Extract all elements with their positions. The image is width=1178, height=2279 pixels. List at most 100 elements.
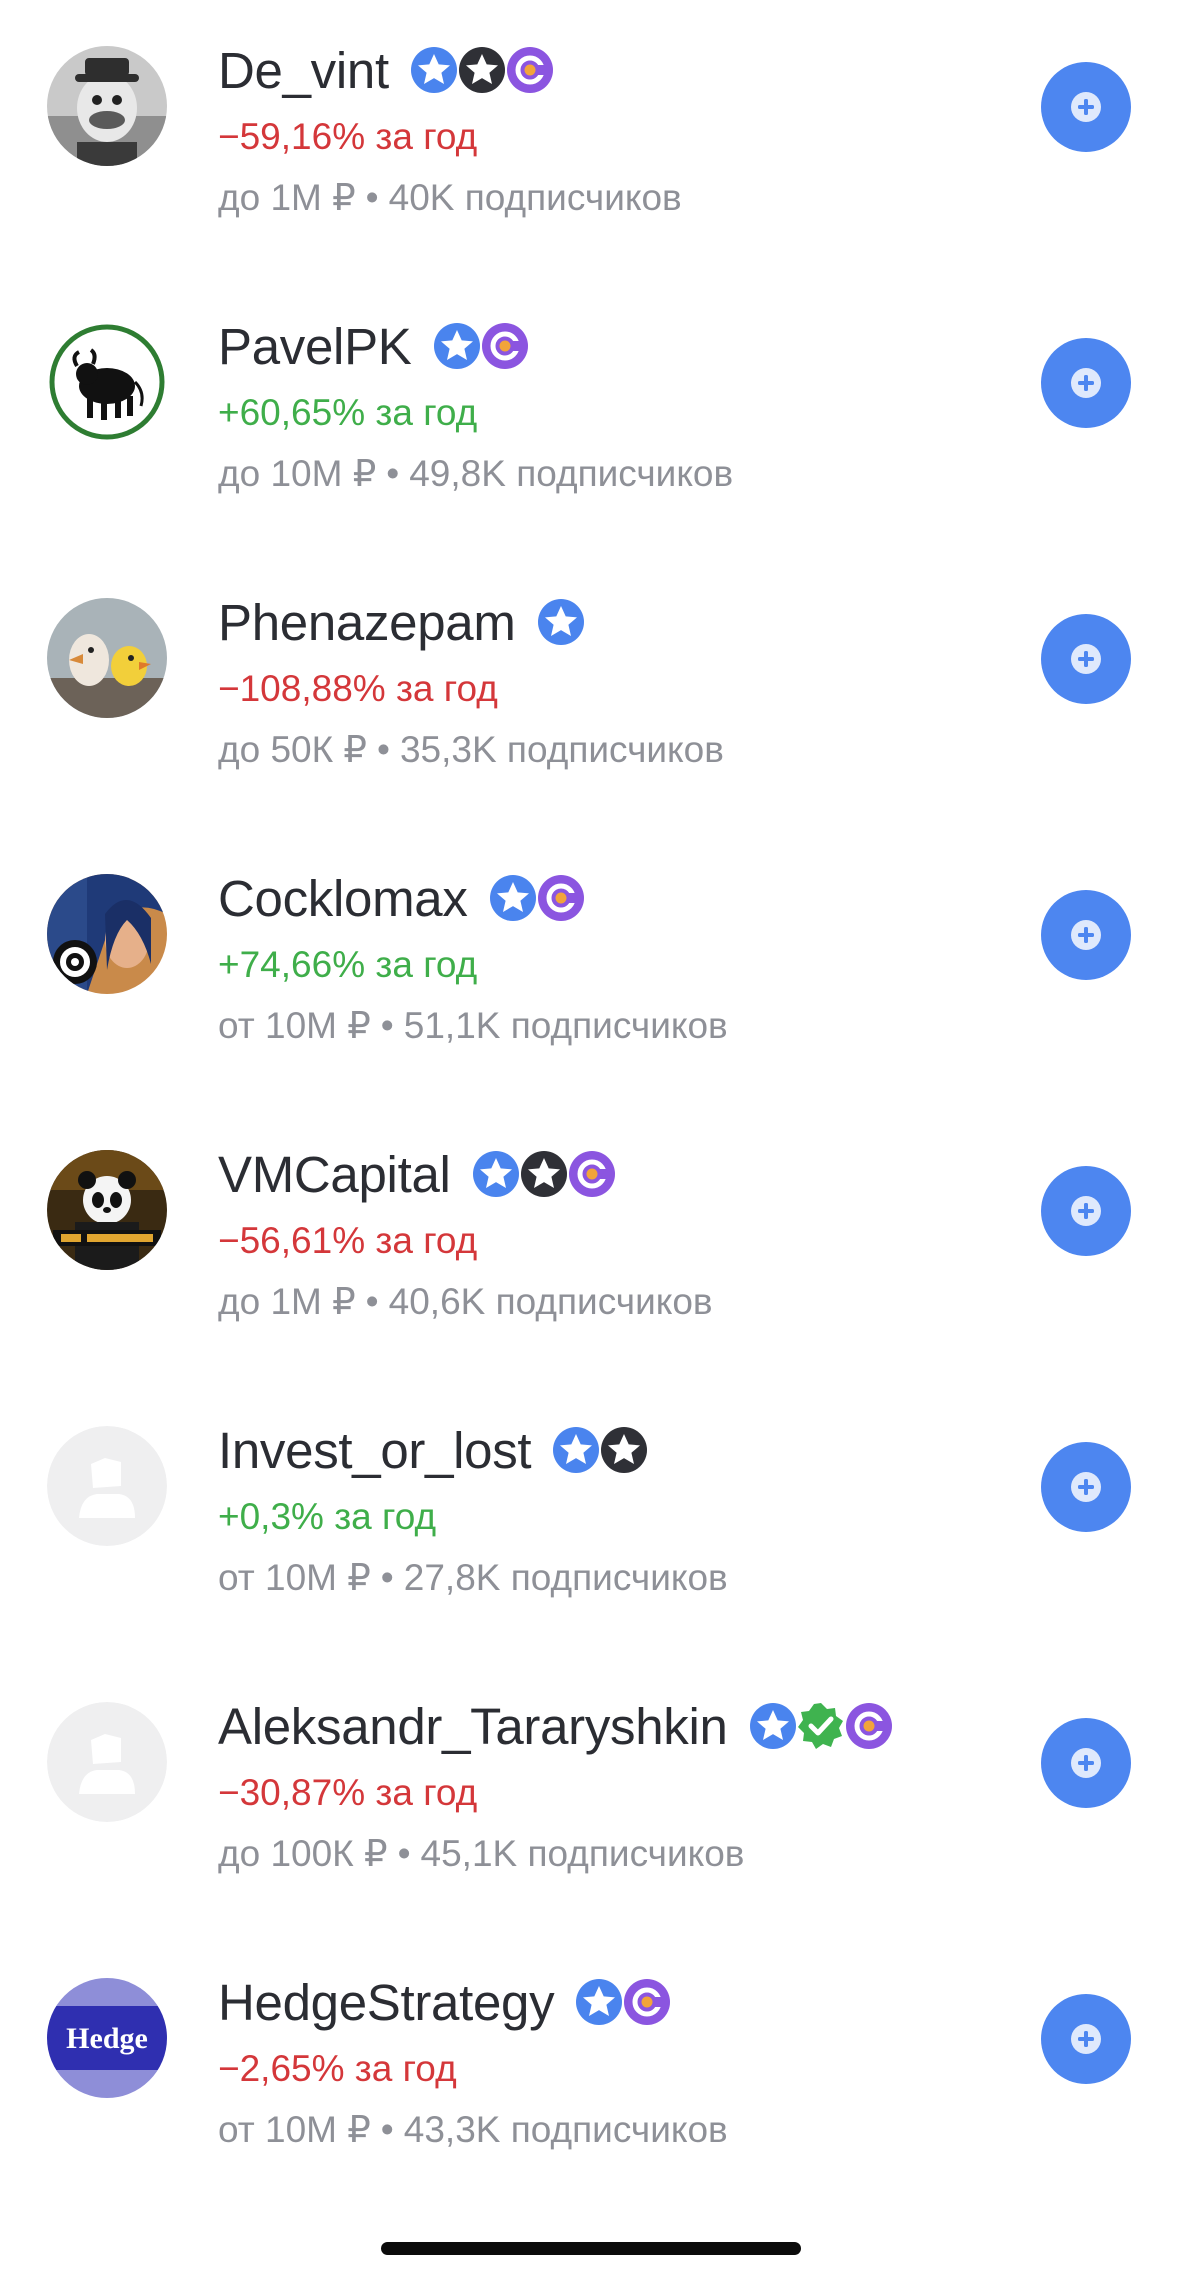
subscriber-count: 40,6K подписчиков: [388, 1281, 713, 1322]
star-dark-icon: [457, 45, 505, 95]
plus-circle-icon: [1071, 644, 1101, 674]
author-meta: до 1М ₽ • 40,6K подписчиков: [218, 1280, 713, 1323]
follow-button[interactable]: [1041, 338, 1131, 428]
follow-button[interactable]: [1041, 62, 1131, 152]
meta-separator: •: [365, 1281, 379, 1322]
author-name-line: De_vint: [218, 38, 553, 102]
author-name[interactable]: PavelPK: [218, 317, 412, 376]
author-row[interactable]: Cocklomax +74,66% за год от 10М ₽ • 51,1K п…: [0, 828, 1178, 1104]
comic-art-avatar[interactable]: [47, 874, 167, 994]
author-name-line: PavelPK: [218, 314, 528, 378]
portfolio-size: до 50К ₽: [218, 729, 367, 770]
hedge-logo-avatar[interactable]: Hedge: [47, 1978, 167, 2098]
plus-circle-icon: [1071, 2024, 1101, 2054]
author-name[interactable]: De_vint: [218, 41, 389, 100]
subscriber-count: 40K подписчиков: [388, 177, 682, 218]
author-row[interactable]: VMCapital −56,61% за год до 1М ₽ • 40,6K по…: [0, 1104, 1178, 1380]
meta-separator: •: [365, 177, 379, 218]
author-badges: [432, 321, 528, 371]
author-meta: от 10М ₽ • 43,3K подписчиков: [218, 2108, 728, 2151]
star-blue-icon: [574, 1977, 623, 2027]
author-meta: от 10М ₽ • 51,1K подписчиков: [218, 1004, 728, 1047]
author-badges: [536, 597, 584, 647]
bull-logo-avatar[interactable]: [47, 322, 167, 442]
author-row[interactable]: De_vint −59,16% за год до 1М ₽ • 40K подпис…: [0, 0, 1178, 276]
author-badges: [551, 1425, 648, 1475]
meta-separator: •: [397, 1833, 411, 1874]
author-name-line: HedgeStrategy: [218, 1970, 671, 2034]
follow-button[interactable]: [1041, 1994, 1131, 2084]
author-name[interactable]: Invest_or_lost: [218, 1421, 532, 1480]
plus-circle-icon: [1071, 920, 1101, 950]
subscriber-count: 35,3K подписчиков: [399, 729, 724, 770]
author-name[interactable]: HedgeStrategy: [218, 1973, 555, 2032]
follow-button[interactable]: [1041, 890, 1131, 980]
author-row[interactable]: Phenazepam −108,88% за год до 50К ₽ • 35,3K…: [0, 552, 1178, 828]
subscriber-count: 49,8K подписчиков: [409, 453, 734, 494]
ring-purple-icon: [622, 1977, 671, 2027]
author-meta: до 50К ₽ • 35,3K подписчиков: [218, 728, 724, 771]
yearly-return: +0,3% за год: [218, 1496, 437, 1537]
star-blue-icon: [536, 597, 584, 647]
subscriber-count: 27,8K подписчиков: [403, 1557, 728, 1598]
placeholder-avatar[interactable]: [47, 1426, 167, 1546]
author-name-line: Cocklomax: [218, 866, 584, 930]
meta-separator: •: [376, 729, 390, 770]
author-badges: [574, 1977, 671, 2027]
follow-button[interactable]: [1041, 1718, 1131, 1808]
home-indicator: [381, 2242, 801, 2255]
author-name[interactable]: Aleksandr_Tararyshkin: [218, 1697, 728, 1756]
follow-button[interactable]: [1041, 1166, 1131, 1256]
meta-separator: •: [380, 2109, 394, 2150]
author-meta: от 10М ₽ • 27,8K подписчиков: [218, 1556, 728, 1599]
plus-circle-icon: [1071, 1472, 1101, 1502]
follow-button[interactable]: [1041, 1442, 1131, 1532]
author-badges: [409, 45, 553, 95]
meta-separator: •: [380, 1557, 394, 1598]
yearly-return: +74,66% за год: [218, 944, 478, 985]
yearly-return: −56,61% за год: [218, 1220, 478, 1261]
ring-purple-icon: [480, 321, 528, 371]
plus-circle-icon: [1071, 92, 1101, 122]
star-blue-icon: [748, 1701, 796, 1751]
ring-purple-icon: [567, 1149, 615, 1199]
hedge-logo-text: Hedge: [66, 2022, 148, 2055]
placeholder-avatar[interactable]: [47, 1702, 167, 1822]
ring-purple-icon: [505, 45, 553, 95]
author-meta: до 1М ₽ • 40K подписчиков: [218, 176, 682, 219]
author-row[interactable]: Aleksandr_Tararyshkin −30,87% за год до 1…: [0, 1656, 1178, 1932]
author-name[interactable]: Cocklomax: [218, 869, 468, 928]
plus-circle-icon: [1071, 1748, 1101, 1778]
yearly-return: −30,87% за год: [218, 1772, 478, 1813]
author-meta: до 100К ₽ • 45,1K подписчиков: [218, 1832, 744, 1875]
meta-separator: •: [386, 453, 400, 494]
author-meta: до 10М ₽ • 49,8K подписчиков: [218, 452, 733, 495]
plus-circle-icon: [1071, 368, 1101, 398]
author-name[interactable]: VMCapital: [218, 1145, 451, 1204]
star-dark-icon: [519, 1149, 567, 1199]
panda-avatar[interactable]: [47, 1150, 167, 1270]
yearly-return: −59,16% за год: [218, 116, 478, 157]
duck-cartoon-avatar[interactable]: [47, 46, 167, 166]
star-blue-icon: [471, 1149, 519, 1199]
author-badges: [471, 1149, 615, 1199]
portfolio-size: до 1М ₽: [218, 1281, 356, 1322]
ring-purple-icon: [844, 1701, 892, 1751]
author-row[interactable]: Invest_or_lost +0,3% за год от 10М ₽ • 27,8…: [0, 1380, 1178, 1656]
author-name-line: Invest_or_lost: [218, 1418, 648, 1482]
portfolio-size: до 10М ₽: [218, 453, 377, 494]
yearly-return: −108,88% за год: [218, 668, 498, 709]
follow-button[interactable]: [1041, 614, 1131, 704]
star-blue-icon: [551, 1425, 600, 1475]
author-row[interactable]: Hedge HedgeStrategy −2,65% за год от 10М ₽…: [0, 1932, 1178, 2208]
star-blue-icon: [432, 321, 480, 371]
portfolio-size: до 100К ₽: [218, 1833, 388, 1874]
birds-photo-avatar[interactable]: [47, 598, 167, 718]
author-badges: [488, 873, 584, 923]
subscriber-count: 51,1K подписчиков: [403, 1005, 728, 1046]
portfolio-size: от 10М ₽: [218, 1005, 371, 1046]
author-row[interactable]: PavelPK +60,65% за год до 10М ₽ • 49,8K под…: [0, 276, 1178, 552]
author-name[interactable]: Phenazepam: [218, 593, 516, 652]
subscriber-count: 43,3K подписчиков: [403, 2109, 728, 2150]
author-badges: [748, 1701, 892, 1751]
